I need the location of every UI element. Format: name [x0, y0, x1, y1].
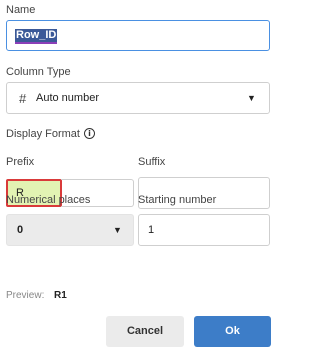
starting-number-input[interactable]: 1 [138, 214, 270, 246]
preview-label: Preview: [6, 290, 45, 301]
name-label: Name [6, 4, 36, 16]
column-type-select[interactable]: # Auto number ▼ [6, 82, 270, 114]
numerical-places-select[interactable]: 0 ▼ [6, 214, 134, 246]
name-input-value: Row_ID [15, 29, 58, 44]
chevron-down-icon[interactable]: ▼ [113, 225, 122, 235]
chevron-down-icon[interactable]: ▼ [247, 93, 256, 103]
column-type-label: Column Type [6, 66, 71, 78]
prefix-label: Prefix [6, 156, 35, 168]
numerical-places-label: Numerical places [6, 194, 91, 206]
cancel-button[interactable]: Cancel [106, 316, 184, 347]
display-format-label: Display Format [6, 128, 80, 140]
starting-number-value: 1 [148, 224, 155, 236]
ok-button[interactable]: Ok [194, 316, 271, 347]
hash-icon: # [19, 91, 27, 106]
column-type-value: Auto number [36, 92, 99, 104]
suffix-label: Suffix [138, 156, 166, 168]
numerical-places-value: 0 [17, 224, 24, 236]
info-icon[interactable]: i [84, 128, 95, 139]
name-input[interactable]: Row_ID [6, 20, 270, 51]
starting-number-label: Starting number [138, 194, 217, 206]
preview-value: R1 [54, 290, 67, 301]
